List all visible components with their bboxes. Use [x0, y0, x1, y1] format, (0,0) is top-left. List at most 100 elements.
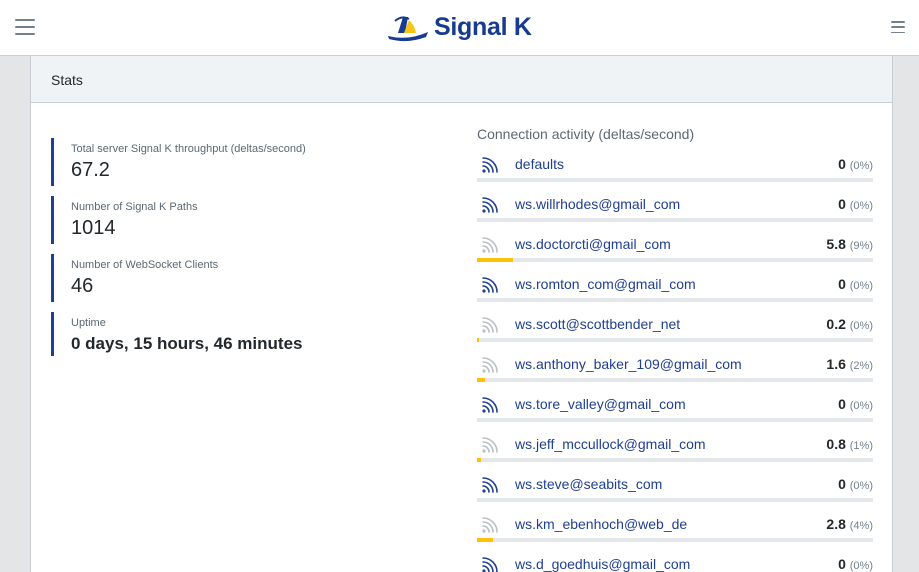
- connection-rate: 0.2 (0%): [826, 316, 873, 332]
- connection-rate-value: 2.8: [826, 516, 846, 532]
- connection-rate-value: 0: [838, 196, 846, 212]
- connection-row: ws.romton_com@gmail_com 0 (0%): [477, 268, 873, 308]
- stat-label: Uptime: [71, 317, 106, 329]
- stat-label: Number of Signal K Paths: [71, 201, 198, 213]
- stat-paths: Number of Signal K Paths 1014: [51, 196, 411, 244]
- connection-row: ws.km_ebenhoch@web_de 2.8 (4%): [477, 508, 873, 548]
- connection-rate-value: 5.8: [826, 236, 846, 252]
- stat-label: Number of WebSocket Clients: [71, 259, 219, 271]
- connection-rate: 5.8 (9%): [826, 236, 873, 252]
- connection-rate-percent: (0%): [849, 400, 873, 412]
- connection-activity-bar: [477, 418, 873, 422]
- signal-feed-icon: [482, 277, 498, 293]
- stat-label: Total server Signal K throughput (deltas…: [71, 143, 306, 155]
- aside-menu-toggle-button[interactable]: [891, 21, 905, 33]
- connection-activity-fill: [477, 258, 513, 262]
- connection-name-link[interactable]: ws.doctorcti@gmail_com: [515, 236, 671, 252]
- connection-list: defaults 0 (0%) ws.willrhodes@gmail_com …: [477, 148, 873, 572]
- stat-throughput: Total server Signal K throughput (deltas…: [51, 138, 411, 186]
- connection-rate-value: 0: [838, 476, 846, 492]
- connection-name-link[interactable]: ws.d_goedhuis@gmail_com: [515, 556, 690, 572]
- connection-activity-bar: [477, 538, 873, 542]
- connection-rate: 0.8 (1%): [826, 436, 873, 452]
- card-title: Stats: [31, 56, 892, 103]
- connection-rate-percent: (9%): [849, 240, 873, 252]
- connection-row: ws.willrhodes@gmail_com 0 (0%): [477, 188, 873, 228]
- connection-rate: 0 (0%): [838, 196, 873, 212]
- connection-rate-value: 0.8: [826, 436, 846, 452]
- connection-rate-value: 0: [838, 396, 846, 412]
- connection-activity-fill: [477, 338, 479, 342]
- connection-rate: 0 (0%): [838, 476, 873, 492]
- connection-activity-fill: [477, 538, 493, 542]
- connection-row: defaults 0 (0%): [477, 148, 873, 188]
- signal-feed-icon: [482, 197, 498, 213]
- connection-rate-value: 0: [838, 556, 846, 572]
- connection-name-link[interactable]: ws.romton_com@gmail_com: [515, 276, 696, 292]
- connection-row: ws.jeff_mccullock@gmail_com 0.8 (1%): [477, 428, 873, 468]
- signal-feed-icon: [482, 237, 498, 253]
- hamburger-icon: [15, 19, 35, 21]
- connection-name-link[interactable]: defaults: [515, 156, 564, 172]
- signal-feed-icon: [482, 317, 498, 333]
- connection-row: ws.steve@seabits_com 0 (0%): [477, 468, 873, 508]
- connection-activity-bar: [477, 498, 873, 502]
- sidebar-toggle-button[interactable]: [15, 19, 35, 35]
- connection-rate-percent: (2%): [849, 360, 873, 372]
- stat-value: 1014: [71, 217, 116, 239]
- connection-activity-title: Connection activity (deltas/second): [477, 126, 695, 142]
- connection-rate-value: 0.2: [826, 316, 846, 332]
- stat-value: 0 days, 15 hours, 46 minutes: [71, 334, 303, 353]
- connection-activity-fill: [477, 378, 485, 382]
- connection-name-link[interactable]: ws.km_ebenhoch@web_de: [515, 516, 687, 532]
- connection-name-link[interactable]: ws.anthony_baker_109@gmail_com: [515, 356, 742, 372]
- signalk-logo-icon: [388, 16, 428, 42]
- connection-row: ws.scott@scottbender_net 0.2 (0%): [477, 308, 873, 348]
- connection-rate: 0 (0%): [838, 556, 873, 572]
- connection-activity-bar: [477, 178, 873, 182]
- stats-card: Stats Total server Signal K throughput (…: [30, 56, 893, 572]
- connection-rate: 2.8 (4%): [826, 516, 873, 532]
- connection-name-link[interactable]: ws.tore_valley@gmail_com: [515, 396, 686, 412]
- connection-rate-value: 0: [838, 156, 846, 172]
- connection-rate-percent: (0%): [849, 320, 873, 332]
- signal-feed-icon: [482, 357, 498, 373]
- stat-websocket-clients: Number of WebSocket Clients 46: [51, 254, 411, 302]
- brand-name: Signal K: [434, 12, 532, 41]
- connection-name-link[interactable]: ws.steve@seabits_com: [515, 476, 662, 492]
- hamburger-icon: [891, 21, 905, 23]
- brand-logo[interactable]: Signal K: [386, 10, 532, 44]
- connection-activity-bar: [477, 458, 873, 462]
- signal-feed-icon: [482, 157, 498, 173]
- connection-activity-bar: [477, 378, 873, 382]
- connection-row: ws.anthony_baker_109@gmail_com 1.6 (2%): [477, 348, 873, 388]
- connection-rate-value: 0: [838, 276, 846, 292]
- connection-rate-percent: (0%): [849, 560, 873, 572]
- connection-row: ws.tore_valley@gmail_com 0 (0%): [477, 388, 873, 428]
- connection-rate-percent: (0%): [849, 200, 873, 212]
- connection-name-link[interactable]: ws.willrhodes@gmail_com: [515, 196, 680, 212]
- connection-activity-bar: [477, 258, 873, 262]
- stat-uptime: Uptime 0 days, 15 hours, 46 minutes: [51, 312, 411, 356]
- connection-rate: 1.6 (2%): [826, 356, 873, 372]
- connection-activity-bar: [477, 298, 873, 302]
- signal-feed-icon: [482, 517, 498, 533]
- signal-feed-icon: [482, 397, 498, 413]
- connection-rate-value: 1.6: [826, 356, 846, 372]
- connection-name-link[interactable]: ws.scott@scottbender_net: [515, 316, 680, 332]
- connection-activity-fill: [477, 458, 481, 462]
- connection-name-link[interactable]: ws.jeff_mccullock@gmail_com: [515, 436, 706, 452]
- stat-value: 46: [71, 275, 94, 297]
- connection-rate: 0 (0%): [838, 276, 873, 292]
- stat-value: 67.2: [71, 159, 110, 181]
- connection-activity-bar: [477, 338, 873, 342]
- connection-rate: 0 (0%): [838, 396, 873, 412]
- connection-rate-percent: (1%): [849, 440, 873, 452]
- top-header: Signal K: [0, 0, 919, 56]
- connection-rate-percent: (4%): [849, 520, 873, 532]
- connection-rate-percent: (0%): [849, 480, 873, 492]
- connection-rate-percent: (0%): [849, 160, 873, 172]
- signal-feed-icon: [482, 437, 498, 453]
- signal-feed-icon: [482, 557, 498, 572]
- connection-row: ws.doctorcti@gmail_com 5.8 (9%): [477, 228, 873, 268]
